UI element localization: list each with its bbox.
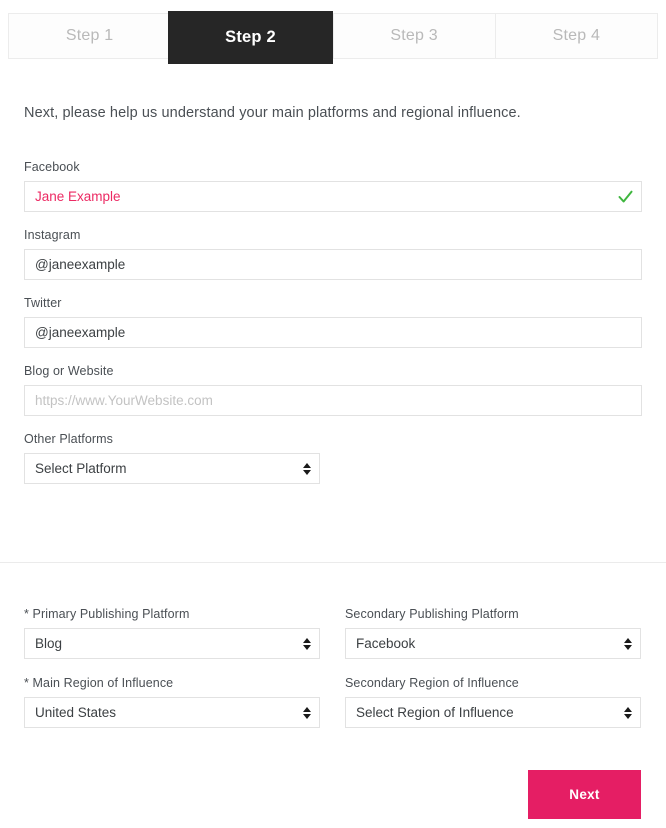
- instagram-input[interactable]: [24, 249, 642, 280]
- facebook-input-wrap: [24, 181, 642, 212]
- region-row: * Main Region of Influence United States…: [24, 676, 642, 728]
- secondary-platform-select[interactable]: Facebook: [345, 628, 641, 659]
- secondary-region-select[interactable]: Select Region of Influence: [345, 697, 641, 728]
- twitter-input-wrap: [24, 317, 642, 348]
- instagram-input-wrap: [24, 249, 642, 280]
- field-secondary-region: Secondary Region of Influence Select Reg…: [345, 676, 641, 728]
- instagram-label: Instagram: [24, 228, 81, 242]
- publishing-platform-row: * Primary Publishing Platform Blog Secon…: [24, 607, 642, 659]
- main-region-select-wrap: United States: [24, 697, 320, 728]
- secondary-platform-label: Secondary Publishing Platform: [345, 607, 519, 621]
- tab-step-1[interactable]: Step 1: [9, 14, 172, 58]
- publishing-region-form: * Primary Publishing Platform Blog Secon…: [24, 607, 642, 728]
- tab-step-1-label: Step 1: [65, 27, 114, 44]
- twitter-label: Twitter: [24, 296, 62, 310]
- other-platforms-select-wrap: Select Platform: [24, 453, 320, 484]
- field-secondary-platform: Secondary Publishing Platform Facebook: [345, 607, 641, 659]
- field-primary-platform: * Primary Publishing Platform Blog: [24, 607, 320, 659]
- field-twitter: Twitter: [24, 296, 642, 348]
- secondary-platform-value: Facebook: [356, 636, 416, 651]
- tab-step-3[interactable]: Step 3: [334, 14, 496, 58]
- tab-step-2-label: Step 2: [225, 28, 276, 46]
- step-tab-strip: Step 1 Step 3 Step 4: [8, 13, 658, 59]
- website-input-wrap: [24, 385, 642, 416]
- website-label: Blog or Website: [24, 364, 114, 378]
- field-other-platforms: Other Platforms Select Platform: [24, 432, 642, 484]
- tab-step-3-label: Step 3: [390, 27, 438, 44]
- secondary-region-select-wrap: Select Region of Influence: [345, 697, 641, 728]
- field-instagram: Instagram: [24, 228, 642, 280]
- primary-platform-select-wrap: Blog: [24, 628, 320, 659]
- main-region-value: United States: [35, 705, 117, 720]
- secondary-region-value: Select Region of Influence: [356, 705, 514, 720]
- secondary-platform-select-wrap: Facebook: [345, 628, 641, 659]
- website-input[interactable]: [24, 385, 642, 416]
- field-facebook: Facebook: [24, 160, 642, 212]
- primary-platform-label: * Primary Publishing Platform: [24, 607, 190, 621]
- tab-step-2-active[interactable]: Step 2: [168, 11, 333, 64]
- tab-step-4[interactable]: Step 4: [496, 14, 657, 58]
- other-platforms-value: Select Platform: [35, 461, 127, 476]
- primary-platform-value: Blog: [35, 636, 63, 651]
- next-button[interactable]: Next: [528, 770, 641, 819]
- field-main-region: * Main Region of Influence United States: [24, 676, 320, 728]
- section-divider: [0, 562, 666, 563]
- facebook-label: Facebook: [24, 160, 80, 174]
- intro-text: Next, please help us understand your mai…: [24, 105, 521, 121]
- tab-step-4-label: Step 4: [552, 27, 601, 44]
- main-region-select[interactable]: United States: [24, 697, 320, 728]
- next-button-label: Next: [569, 787, 600, 802]
- main-region-label: * Main Region of Influence: [24, 676, 174, 690]
- other-platforms-select[interactable]: Select Platform: [24, 453, 320, 484]
- secondary-region-label: Secondary Region of Influence: [345, 676, 519, 690]
- facebook-input[interactable]: [24, 181, 642, 212]
- primary-platform-select[interactable]: Blog: [24, 628, 320, 659]
- platform-form: Facebook Instagram Twitter Blog or Websi…: [24, 160, 642, 484]
- other-platforms-label: Other Platforms: [24, 432, 114, 446]
- step-tabs: Step 1 Step 3 Step 4 Step 2: [0, 0, 666, 74]
- twitter-input[interactable]: [24, 317, 642, 348]
- field-website: Blog or Website: [24, 364, 642, 416]
